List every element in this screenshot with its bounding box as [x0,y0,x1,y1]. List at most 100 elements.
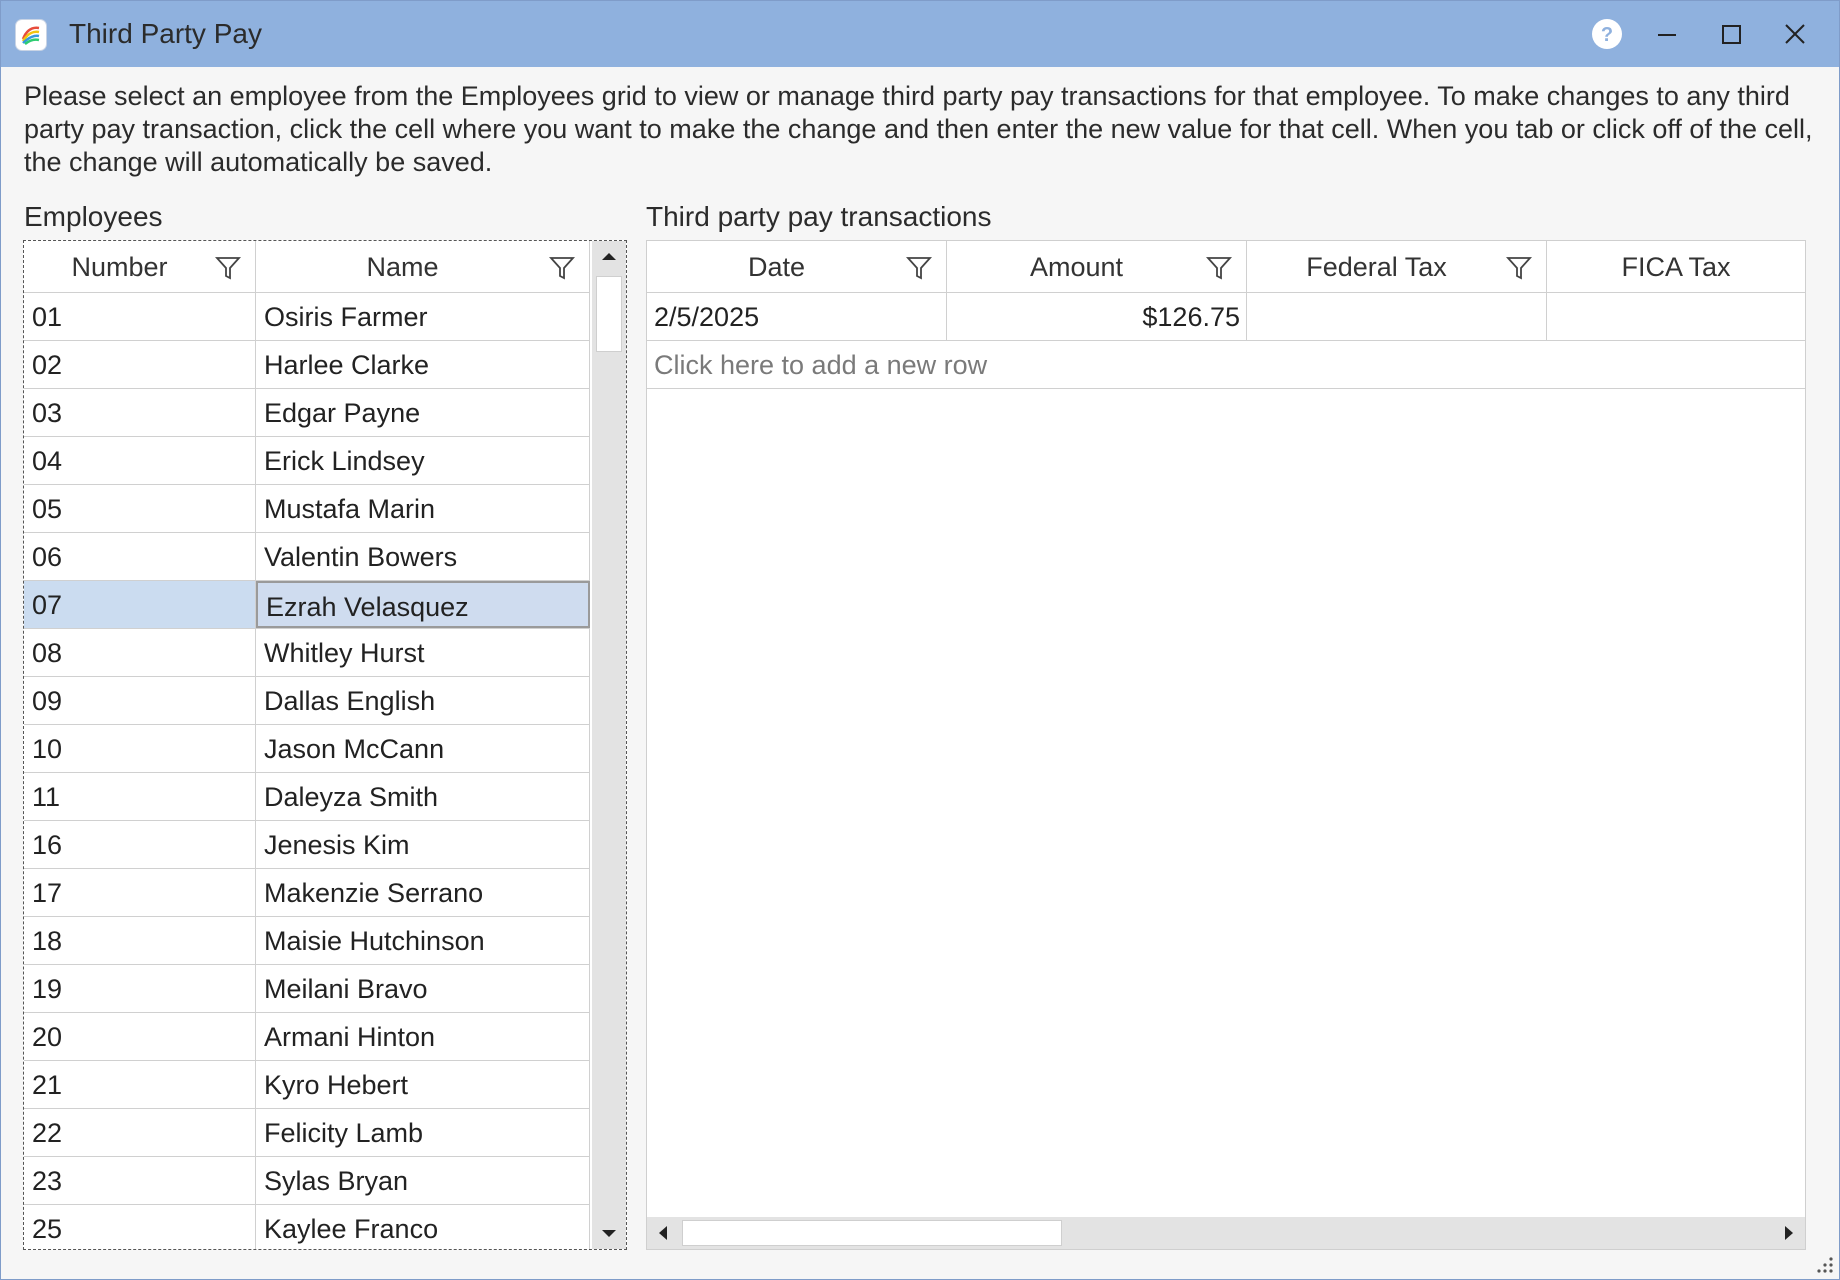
minimize-button[interactable] [1641,11,1693,57]
table-row[interactable]: 08 Whitley Hurst [24,629,590,677]
cell-name[interactable]: Kyro Hebert [256,1061,590,1108]
table-row[interactable]: 05 Mustafa Marin [24,485,590,533]
filter-icon[interactable] [906,255,932,281]
column-header-name[interactable]: Name [256,241,590,292]
table-row[interactable]: 17 Makenzie Serrano [24,869,590,917]
cell-number[interactable]: 05 [24,485,256,532]
table-row[interactable]: 18 Maisie Hutchinson [24,917,590,965]
cell-name[interactable]: Dallas English [256,677,590,724]
cell-name[interactable]: Daleyza Smith [256,773,590,820]
column-header-label: Number [71,252,168,282]
column-header-label: Amount [1029,252,1124,282]
table-row[interactable]: 22 Felicity Lamb [24,1109,590,1157]
cell-name[interactable]: Felicity Lamb [256,1109,590,1156]
column-header-federal-tax[interactable]: Federal Tax [1247,241,1547,292]
cell-number[interactable]: 21 [24,1061,256,1108]
table-row[interactable]: 09 Dallas English [24,677,590,725]
filter-icon[interactable] [1206,255,1232,281]
column-header-number[interactable]: Number [24,241,256,292]
scroll-up-arrow-icon[interactable] [592,241,626,271]
cell-number[interactable]: 23 [24,1157,256,1204]
cell-name[interactable]: Kaylee Franco [256,1205,590,1249]
cell-name[interactable]: Whitley Hurst [256,629,590,676]
resize-grip-icon[interactable] [1813,1253,1835,1275]
column-header-label: FICA Tax [1621,252,1731,282]
table-row[interactable]: 16 Jenesis Kim [24,821,590,869]
transactions-grid[interactable]: Date Amount Federal Tax FICA Tax 2/5/202… [646,240,1806,1250]
cell-number[interactable]: 06 [24,533,256,580]
cell-name[interactable]: Osiris Farmer [256,293,590,340]
filter-icon[interactable] [549,255,575,281]
add-new-row[interactable]: Click here to add a new row [647,341,1805,389]
instructions-text: Please select an employee from the Emplo… [24,81,1813,177]
cell-name[interactable]: Makenzie Serrano [256,869,590,916]
cell-name[interactable]: Erick Lindsey [256,437,590,484]
cell-name[interactable]: Jason McCann [256,725,590,772]
column-header-date[interactable]: Date [647,241,947,292]
cell-number[interactable]: 03 [24,389,256,436]
cell-number[interactable]: 18 [24,917,256,964]
cell-number[interactable]: 08 [24,629,256,676]
table-row[interactable]: 19 Meilani Bravo [24,965,590,1013]
column-header-amount[interactable]: Amount [947,241,1247,292]
cell-name[interactable]: Jenesis Kim [256,821,590,868]
column-header-fica-tax[interactable]: FICA Tax [1547,241,1805,292]
cell-date[interactable]: 2/5/2025 [647,293,947,340]
cell-number[interactable]: 02 [24,341,256,388]
cell-number[interactable]: 04 [24,437,256,484]
cell-number[interactable]: 25 [24,1205,256,1249]
cell-name[interactable]: Sylas Bryan [256,1157,590,1204]
help-button[interactable]: ? [1581,11,1633,57]
cell-name[interactable]: Ezrah Velasquez [256,581,590,628]
employees-vertical-scrollbar[interactable] [592,241,626,1249]
table-row[interactable]: 03 Edgar Payne [24,389,590,437]
cell-number[interactable]: 22 [24,1109,256,1156]
table-row[interactable]: 02 Harlee Clarke [24,341,590,389]
cell-fica-tax[interactable] [1547,293,1805,340]
table-row[interactable]: 04 Erick Lindsey [24,437,590,485]
cell-name[interactable]: Mustafa Marin [256,485,590,532]
svg-text:?: ? [1601,24,1613,46]
table-row[interactable]: 21 Kyro Hebert [24,1061,590,1109]
employees-grid[interactable]: Number Name 01 Osiris Farmer 02 Harlee Clar… [23,240,627,1250]
cell-number[interactable]: 16 [24,821,256,868]
cell-name[interactable]: Maisie Hutchinson [256,917,590,964]
filter-icon[interactable] [1506,255,1532,281]
table-row[interactable]: 06 Valentin Bowers [24,533,590,581]
column-header-label: Federal Tax [1306,252,1447,282]
scroll-left-arrow-icon[interactable] [647,1217,679,1249]
table-row[interactable]: 20 Armani Hinton [24,1013,590,1061]
table-row[interactable]: 23 Sylas Bryan [24,1157,590,1205]
maximize-button[interactable] [1705,11,1757,57]
cell-number[interactable]: 10 [24,725,256,772]
scroll-right-arrow-icon[interactable] [1773,1217,1805,1249]
table-row[interactable]: 01 Osiris Farmer [24,293,590,341]
transactions-horizontal-scrollbar[interactable] [647,1217,1805,1249]
table-row[interactable]: 10 Jason McCann [24,725,590,773]
table-row[interactable]: 2/5/2025 $126.75 [647,293,1805,341]
cell-number[interactable]: 11 [24,773,256,820]
cell-name[interactable]: Valentin Bowers [256,533,590,580]
cell-number[interactable]: 20 [24,1013,256,1060]
filter-icon[interactable] [215,255,241,281]
table-row[interactable]: 25 Kaylee Franco [24,1205,590,1249]
cell-number[interactable]: 01 [24,293,256,340]
cell-name[interactable]: Meilani Bravo [256,965,590,1012]
cell-number[interactable]: 17 [24,869,256,916]
scrollbar-thumb[interactable] [596,276,622,352]
cell-number[interactable]: 07 [24,581,256,628]
scrollbar-thumb[interactable] [682,1220,1062,1246]
cell-name[interactable]: Armani Hinton [256,1013,590,1060]
cell-name[interactable]: Harlee Clarke [256,341,590,388]
close-button[interactable] [1769,11,1821,57]
table-row[interactable]: 07 Ezrah Velasquez [24,581,590,629]
title-bar[interactable]: Third Party Pay ? [1,1,1839,67]
employees-label: Employees [24,201,163,232]
cell-amount[interactable]: $126.75 [947,293,1247,340]
scroll-down-arrow-icon[interactable] [592,1219,626,1249]
cell-name[interactable]: Edgar Payne [256,389,590,436]
table-row[interactable]: 11 Daleyza Smith [24,773,590,821]
cell-number[interactable]: 19 [24,965,256,1012]
cell-federal-tax[interactable] [1247,293,1547,340]
cell-number[interactable]: 09 [24,677,256,724]
